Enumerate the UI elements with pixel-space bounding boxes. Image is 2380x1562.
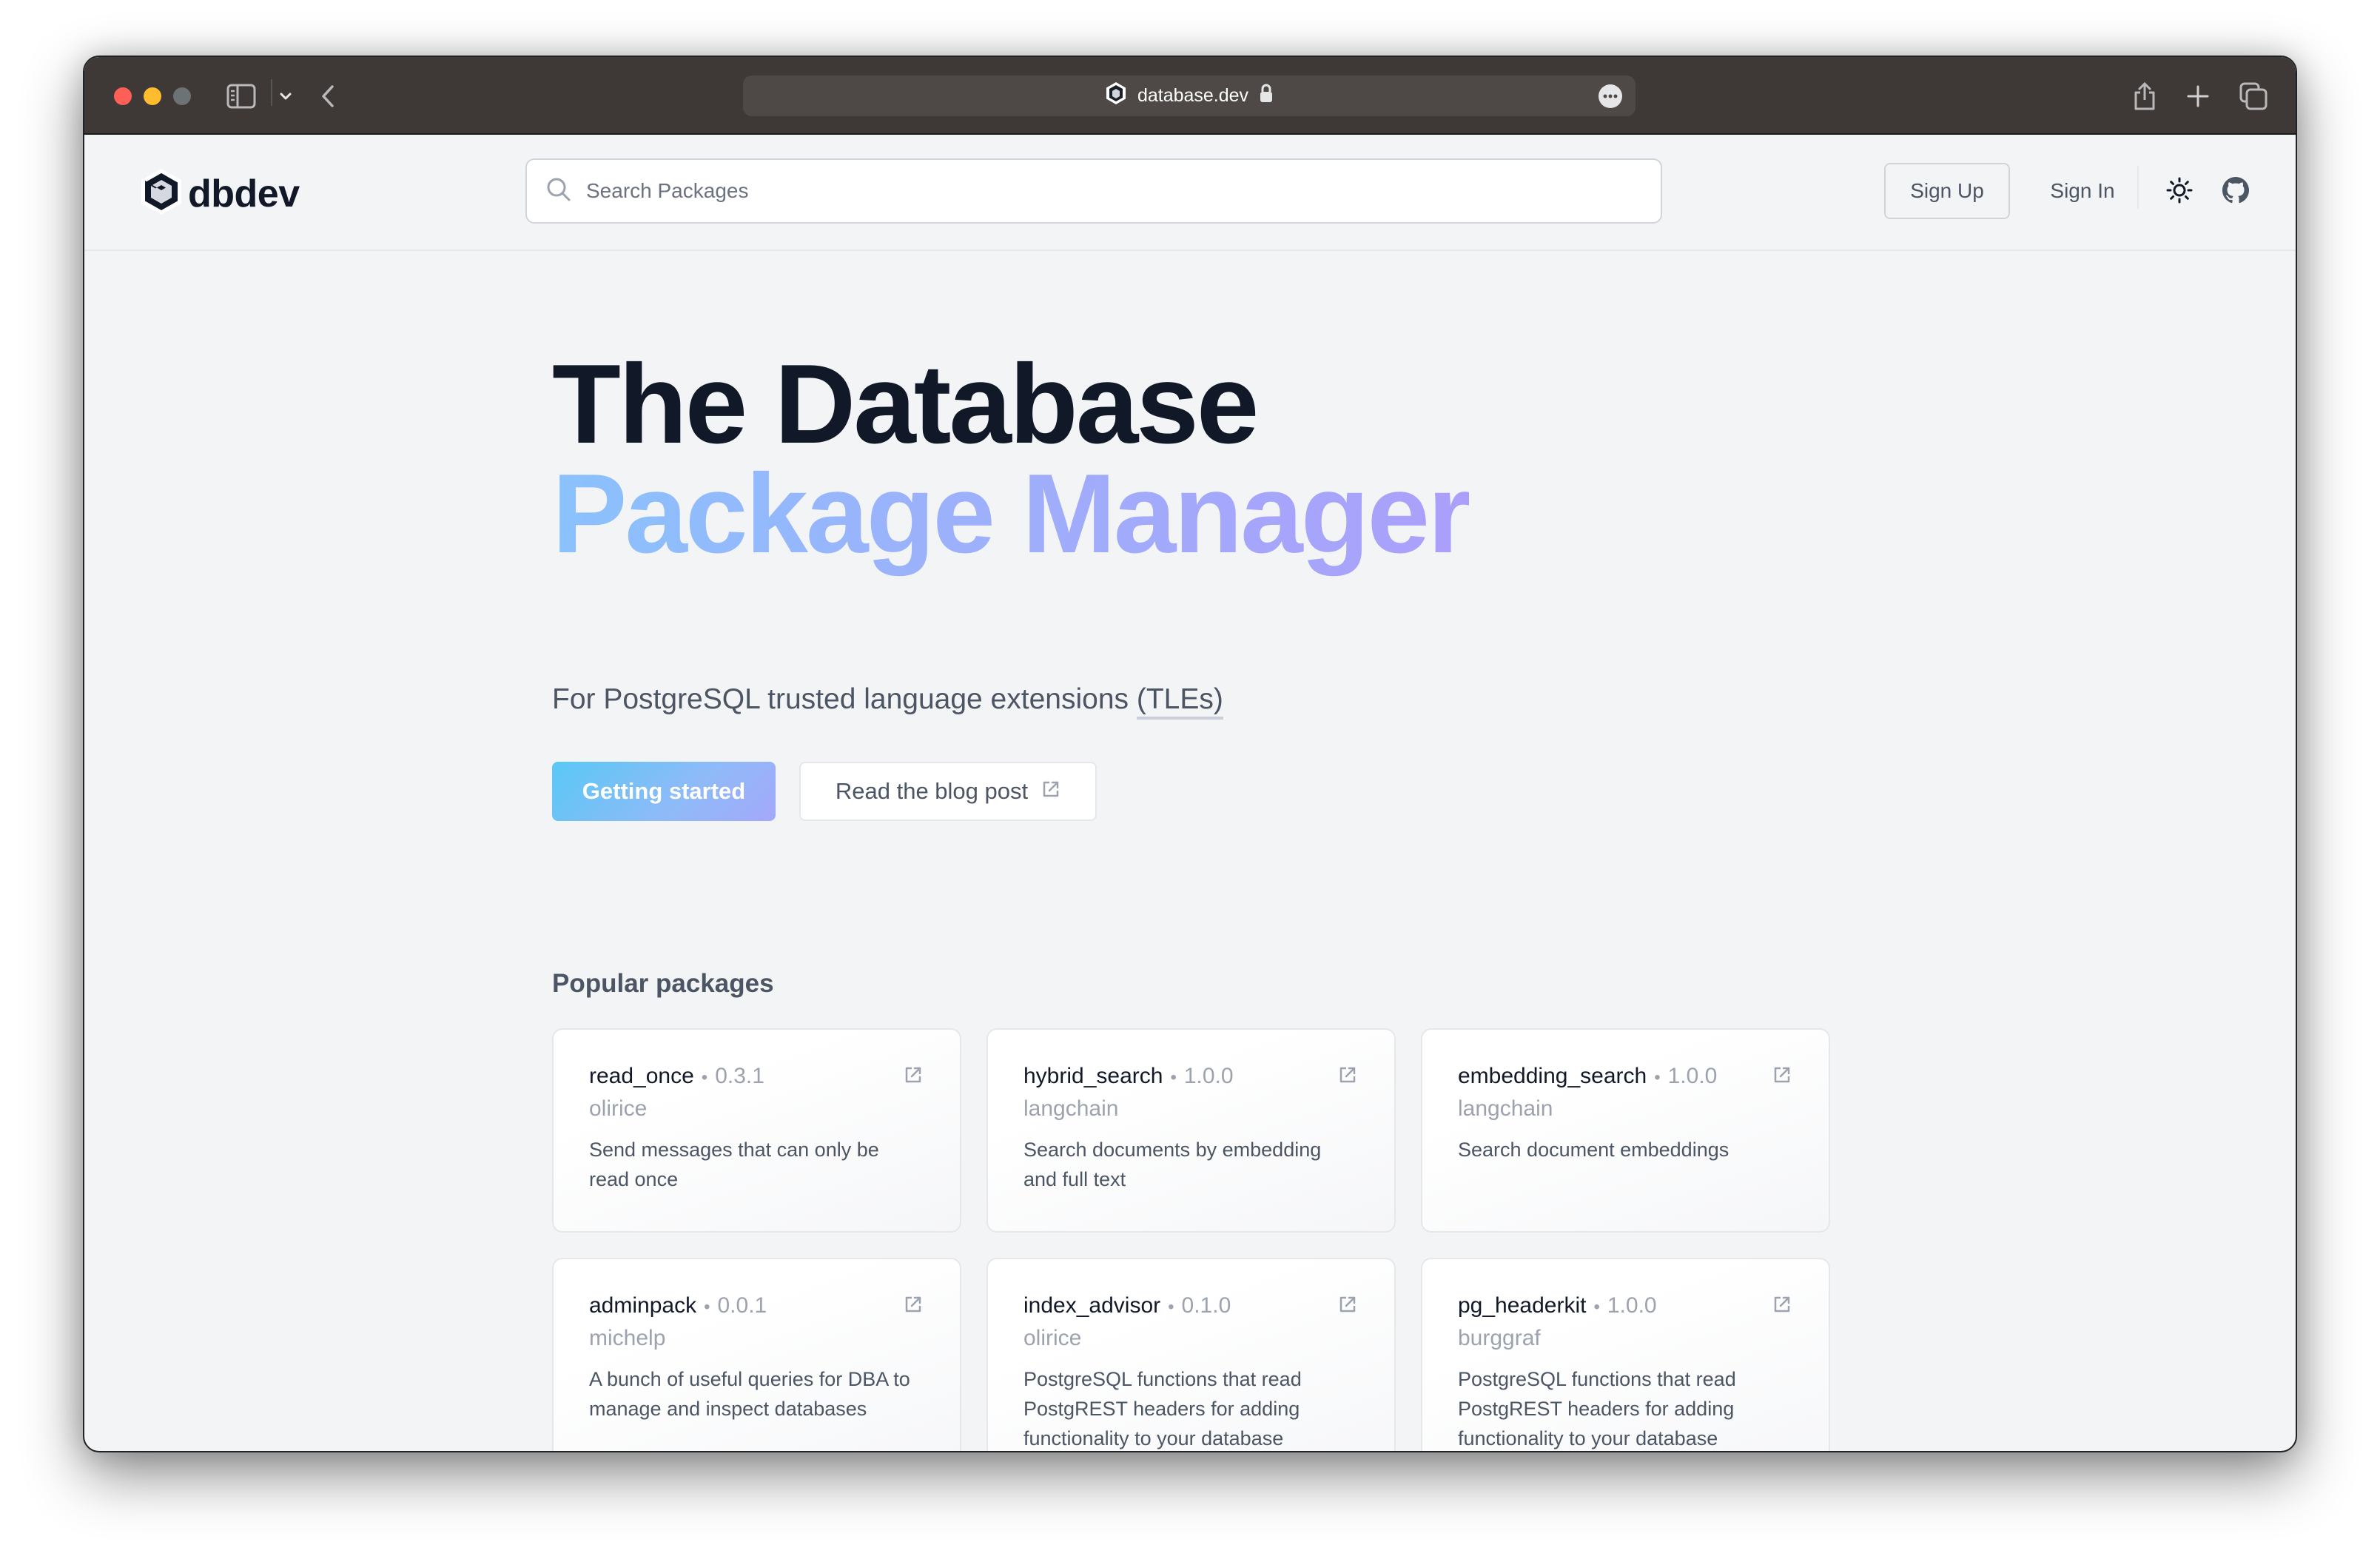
package-name[interactable]: index_advisor — [1023, 1293, 1160, 1318]
sun-icon[interactable] — [2165, 175, 2194, 205]
separator-dot: • — [1654, 1067, 1661, 1087]
hero-title-line2: Package Manager — [552, 457, 1471, 582]
popular-packages-heading: Popular packages — [552, 969, 774, 998]
package-card[interactable]: index_advisor • 0.1.0 olirice PostgreSQL fun… — [986, 1258, 1396, 1451]
package-version: 1.0.0 — [1607, 1293, 1657, 1318]
close-window-button[interactable] — [114, 87, 132, 105]
hero-subtitle: For PostgreSQL trusted language extensio… — [552, 683, 1223, 720]
sidebar-icon[interactable] — [226, 79, 256, 113]
package-header: read_once • 0.3.1 — [589, 1064, 924, 1089]
package-card[interactable]: pg_headerkit • 1.0.0 burggraf PostgreSQL fun… — [1421, 1258, 1830, 1451]
package-header: embedding_search • 1.0.0 — [1458, 1064, 1793, 1089]
github-icon[interactable] — [2221, 175, 2250, 205]
external-link-icon[interactable] — [1772, 1295, 1792, 1318]
external-link-icon[interactable] — [904, 1295, 923, 1318]
external-link-icon[interactable] — [904, 1065, 923, 1088]
package-card[interactable]: adminpack • 0.0.1 michelp A bunch of useful … — [552, 1258, 961, 1451]
separator-dot: • — [1168, 1297, 1174, 1317]
package-description: PostgreSQL functions that read PostgREST… — [1458, 1368, 1736, 1449]
package-name[interactable]: embedding_search — [1458, 1064, 1647, 1089]
getting-started-button[interactable]: Getting started — [552, 762, 776, 821]
package-name[interactable]: read_once — [589, 1064, 694, 1089]
package-author: olirice — [589, 1096, 648, 1121]
package-header: pg_headerkit • 1.0.0 — [1458, 1293, 1793, 1318]
more-icon[interactable] — [1599, 84, 1622, 108]
package-card[interactable]: read_once • 0.3.1 olirice Send messages that… — [552, 1028, 961, 1233]
hero-title: The Database Package Manager — [552, 348, 1471, 582]
browser-window: database.dev dbdev Search Packages Sign … — [83, 56, 2297, 1452]
blog-post-button[interactable]: Read the blog post — [799, 762, 1097, 821]
package-author: langchain — [1023, 1096, 1119, 1121]
package-description: Search documents by embedding and full t… — [1023, 1139, 1322, 1190]
logo-link[interactable]: dbdev — [139, 167, 300, 220]
package-name[interactable]: pg_headerkit — [1458, 1293, 1586, 1318]
hero-title-line1: The Database — [552, 341, 1259, 467]
package-version: 0.3.1 — [715, 1064, 764, 1088]
external-link-icon[interactable] — [1338, 1065, 1357, 1088]
package-description: A bunch of useful queries for DBA to man… — [589, 1368, 910, 1420]
package-version: 0.1.0 — [1181, 1293, 1231, 1318]
logo-text: dbdev — [188, 172, 300, 215]
package-version: 1.0.0 — [1183, 1064, 1234, 1088]
package-description: Send messages that can only be read once — [589, 1139, 879, 1190]
chevron-down-icon[interactable] — [278, 79, 293, 113]
browser-toolbar: database.dev — [84, 57, 2296, 135]
package-version: 0.0.1 — [717, 1293, 767, 1318]
external-link-icon[interactable] — [1772, 1065, 1792, 1088]
external-link-icon — [1041, 778, 1060, 805]
sign-up-button[interactable]: Sign Up — [1884, 163, 2010, 219]
package-version: 1.0.0 — [1667, 1064, 1718, 1088]
tabs-overview-icon[interactable] — [2239, 79, 2268, 113]
tle-abbreviation[interactable]: (TLEs) — [1136, 683, 1223, 720]
search-box[interactable] — [525, 158, 1662, 224]
dbdev-logo-icon — [139, 167, 184, 220]
package-header: index_advisor • 0.1.0 — [1023, 1293, 1359, 1318]
sign-in-button[interactable]: Sign In — [2031, 163, 2134, 219]
package-description: PostgreSQL functions that read PostgREST… — [1023, 1368, 1302, 1449]
back-icon[interactable] — [320, 79, 336, 113]
toolbar-divider — [271, 79, 272, 106]
header-divider — [2137, 166, 2139, 209]
blog-post-label: Read the blog post — [835, 778, 1029, 804]
url-text: database.dev — [1137, 85, 1249, 106]
separator-dot: • — [1170, 1067, 1177, 1087]
separator-dot: • — [704, 1297, 710, 1317]
external-link-icon[interactable] — [1338, 1295, 1357, 1318]
lock-icon — [1259, 83, 1274, 109]
package-author: olirice — [1023, 1326, 1082, 1350]
package-author: michelp — [589, 1326, 666, 1350]
new-tab-icon[interactable] — [2186, 79, 2210, 113]
package-description: Search document embeddings — [1458, 1139, 1729, 1161]
package-name[interactable]: hybrid_search — [1023, 1064, 1163, 1089]
package-card[interactable]: hybrid_search • 1.0.0 langchain Search docum… — [986, 1028, 1396, 1233]
package-author: burggraf — [1458, 1326, 1541, 1350]
package-name[interactable]: adminpack — [589, 1293, 696, 1318]
site-favicon — [1105, 81, 1127, 110]
address-bar[interactable]: database.dev — [743, 76, 1636, 116]
package-author: langchain — [1458, 1096, 1553, 1121]
separator-dot: • — [701, 1067, 708, 1087]
package-header: hybrid_search • 1.0.0 — [1023, 1064, 1359, 1089]
share-icon[interactable] — [2133, 79, 2157, 113]
minimize-window-button[interactable] — [144, 87, 161, 105]
hero-subtitle-text: For PostgreSQL trusted language extensio… — [552, 683, 1137, 715]
search-icon — [546, 177, 571, 206]
zoom-window-button[interactable] — [173, 87, 191, 105]
search-input[interactable] — [586, 179, 1622, 203]
package-header: adminpack • 0.0.1 — [589, 1293, 924, 1318]
site-header: dbdev Sign Up Sign In — [84, 135, 2296, 251]
separator-dot: • — [1593, 1297, 1600, 1317]
package-card[interactable]: embedding_search • 1.0.0 langchain Search do… — [1421, 1028, 1830, 1233]
